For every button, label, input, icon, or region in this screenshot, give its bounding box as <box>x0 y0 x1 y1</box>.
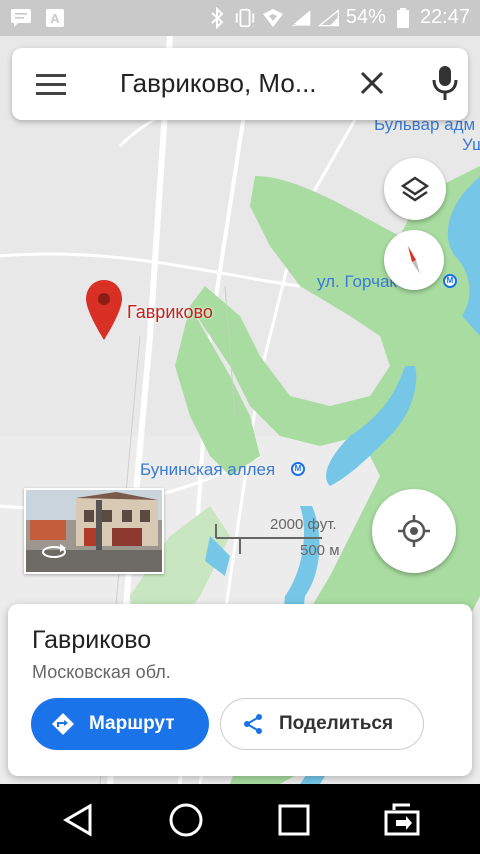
place-title: Гаврико­во <box>32 626 152 654</box>
svg-text:E: E <box>292 19 297 26</box>
bluetooth-icon <box>206 6 228 29</box>
directions-icon <box>51 712 75 736</box>
route-button[interactable]: Маршрут <box>31 698 209 750</box>
font-icon: A <box>44 7 66 29</box>
scale-feet: 2000 фут. <box>270 516 337 533</box>
close-icon[interactable] <box>355 66 389 100</box>
share-button-label: Поделиться <box>279 713 394 734</box>
street-view-thumbnail[interactable] <box>24 488 164 574</box>
back-icon[interactable] <box>58 800 98 840</box>
mic-icon[interactable] <box>430 64 460 102</box>
navigation-bar <box>0 784 480 854</box>
wifi-icon <box>262 7 284 29</box>
map-label-bulvar-2: Уш <box>462 135 480 154</box>
signal-icon <box>317 7 340 29</box>
search-bar[interactable]: Гаврико­во, Мо... <box>12 48 468 120</box>
recents-icon[interactable] <box>274 800 314 840</box>
menu-icon[interactable] <box>36 72 68 96</box>
metro-icon: M <box>443 274 457 288</box>
switch-app-icon[interactable] <box>382 800 422 840</box>
home-icon[interactable] <box>166 800 206 840</box>
route-button-label: Маршрут <box>89 713 175 734</box>
layers-button[interactable] <box>384 158 446 220</box>
my-location-button[interactable] <box>372 489 456 573</box>
search-query[interactable]: Гаврико­во, Мо... <box>120 68 330 99</box>
place-pin[interactable] <box>84 278 124 342</box>
share-icon <box>241 712 265 736</box>
map-scale: 2000 фут. 500 м <box>212 512 352 562</box>
layers-icon <box>400 176 430 202</box>
signal-icon: E <box>290 7 312 29</box>
chat-icon <box>10 7 32 29</box>
vibrate-icon <box>234 7 256 29</box>
scale-meters: 500 м <box>300 542 340 559</box>
pin-label: Гаврико­во <box>127 302 213 322</box>
status-bar: A E 54% 22:47 <box>0 0 480 36</box>
battery-percent: 54% <box>345 6 386 28</box>
clock: 22:47 <box>419 6 470 28</box>
place-subtitle: Московская обл. <box>32 662 171 682</box>
location-pin-icon <box>86 280 122 340</box>
share-button[interactable]: Поделиться <box>220 698 424 750</box>
rotate-360-icon <box>40 542 68 562</box>
metro-icon: M <box>291 462 305 476</box>
battery-icon <box>392 7 414 29</box>
map-label-buninskaya: Бунинская аллея <box>140 460 276 479</box>
place-card[interactable]: Гаврико­во Московская обл. Маршрут Подел… <box>8 604 472 776</box>
compass-button[interactable] <box>384 230 444 290</box>
svg-text:A: A <box>50 11 60 26</box>
my-location-icon <box>398 515 430 547</box>
compass-icon <box>408 246 420 274</box>
